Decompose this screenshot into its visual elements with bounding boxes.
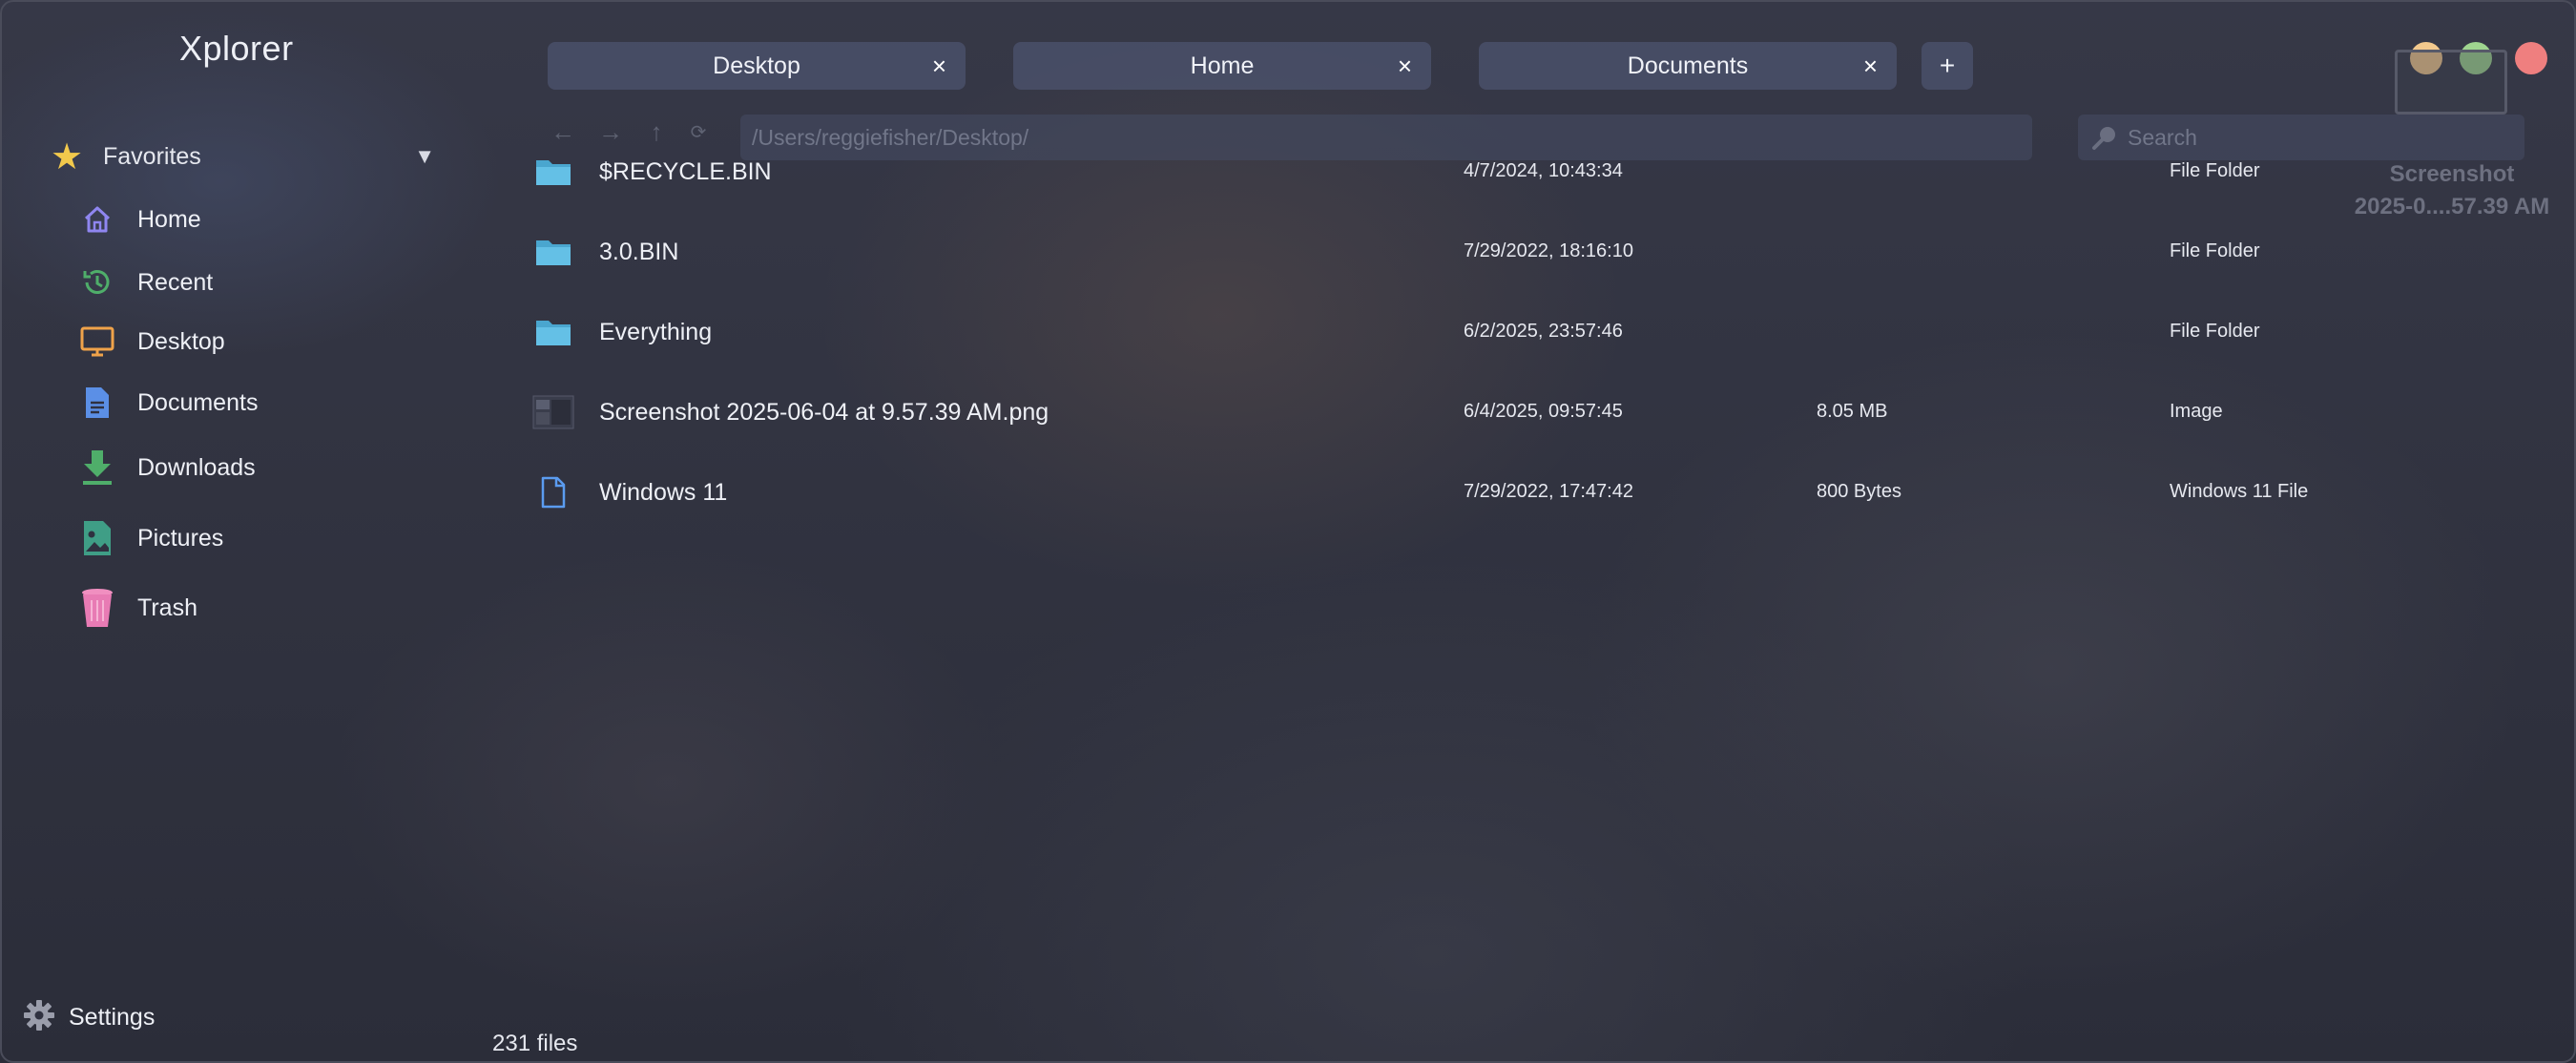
sidebar-item-label: Recent — [137, 268, 214, 296]
trash-icon — [76, 587, 118, 629]
sidebar-item-downloads[interactable]: Downloads — [76, 441, 420, 494]
sidebar-item-home[interactable]: Home — [76, 193, 420, 246]
file-modified: 6/2/2025, 23:57:46 — [1464, 321, 1623, 342]
sidebar-item-label: Home — [137, 205, 201, 233]
settings-button[interactable]: Settings — [23, 998, 155, 1036]
desktop-icon — [76, 321, 118, 363]
home-icon — [76, 198, 118, 240]
preview-thumbnail — [2395, 50, 2507, 115]
tab-label: Desktop — [713, 52, 800, 79]
sidebar-item-label: Documents — [137, 388, 259, 416]
file-modified: 4/7/2024, 10:43:34 — [1464, 160, 1623, 181]
sidebar-item-label: Downloads — [137, 453, 256, 481]
sidebar-item-desktop[interactable]: Desktop — [76, 315, 420, 368]
settings-label: Settings — [69, 1003, 156, 1031]
file-row[interactable]: Windows 11 7/29/2022, 17:47:42 800 Bytes… — [530, 464, 2534, 521]
close-icon[interactable]: × — [1863, 52, 1878, 81]
sidebar-item-label: Pictures — [137, 524, 224, 552]
file-icon — [530, 473, 576, 511]
close-icon[interactable]: × — [932, 52, 946, 81]
gear-icon — [23, 999, 55, 1036]
star-icon: ★ — [50, 136, 84, 177]
tab-label: Home — [1190, 52, 1255, 79]
folder-icon — [530, 233, 576, 271]
file-name: Everything — [599, 319, 713, 345]
file-row[interactable]: 3.0.BIN 7/29/2022, 18:16:10 File Folder — [530, 223, 2534, 281]
sidebar-item-recent[interactable]: Recent — [76, 256, 420, 309]
file-row[interactable]: Screenshot 2025-06-04 at 9.57.39 AM.png … — [530, 384, 2534, 441]
file-name: Windows 11 — [599, 479, 728, 506]
folder-icon — [530, 153, 576, 191]
new-tab-button[interactable]: + — [1922, 42, 1973, 90]
close-window-button[interactable] — [2515, 42, 2547, 74]
sidebar-item-trash[interactable]: Trash — [76, 581, 420, 635]
file-row[interactable]: Everything 6/2/2025, 23:57:46 File Folde… — [530, 303, 2534, 361]
file-modified: 7/29/2022, 17:47:42 — [1464, 481, 1633, 502]
file-type: File Folder — [2170, 160, 2260, 181]
recent-icon — [76, 261, 118, 303]
sidebar-item-pictures[interactable]: Pictures — [76, 511, 420, 565]
file-type: Windows 11 File — [2170, 481, 2309, 502]
file-modified: 7/29/2022, 18:16:10 — [1464, 240, 1633, 261]
tab-home[interactable]: Home × — [1013, 42, 1431, 90]
file-name: $RECYCLE.BIN — [599, 158, 772, 185]
tab-documents[interactable]: Documents × — [1479, 42, 1897, 90]
file-size: 800 Bytes — [1817, 481, 1901, 502]
sidebar-item-label: Desktop — [137, 327, 225, 355]
file-row[interactable]: $RECYCLE.BIN 4/7/2024, 10:43:34 File Fol… — [530, 143, 2534, 200]
image-thumbnail-icon — [530, 393, 576, 431]
file-size: 8.05 MB — [1817, 401, 1888, 422]
pictures-icon — [76, 517, 118, 559]
sidebar-item-documents[interactable]: Documents — [76, 376, 420, 429]
file-modified: 6/4/2025, 09:57:45 — [1464, 401, 1623, 422]
file-type: File Folder — [2170, 321, 2260, 342]
tab-label: Documents — [1627, 52, 1749, 79]
file-name: Screenshot 2025-06-04 at 9.57.39 AM.png — [599, 399, 1049, 426]
file-name: 3.0.BIN — [599, 239, 679, 265]
favorites-label: Favorites — [103, 142, 201, 170]
sidebar-item-label: Trash — [137, 594, 197, 621]
close-icon[interactable]: × — [1398, 52, 1412, 81]
favorites-header[interactable]: ★ Favorites ▼ — [44, 134, 435, 179]
file-type: File Folder — [2170, 240, 2260, 261]
file-count-status: 231 files — [492, 1031, 578, 1056]
collapse-caret-icon[interactable]: ▼ — [414, 144, 435, 169]
documents-icon — [76, 382, 118, 424]
file-type: Image — [2170, 401, 2223, 422]
tab-desktop[interactable]: Desktop × — [548, 42, 966, 90]
folder-icon — [530, 313, 576, 351]
downloads-icon — [76, 447, 118, 489]
app-title: Xplorer — [179, 29, 294, 68]
